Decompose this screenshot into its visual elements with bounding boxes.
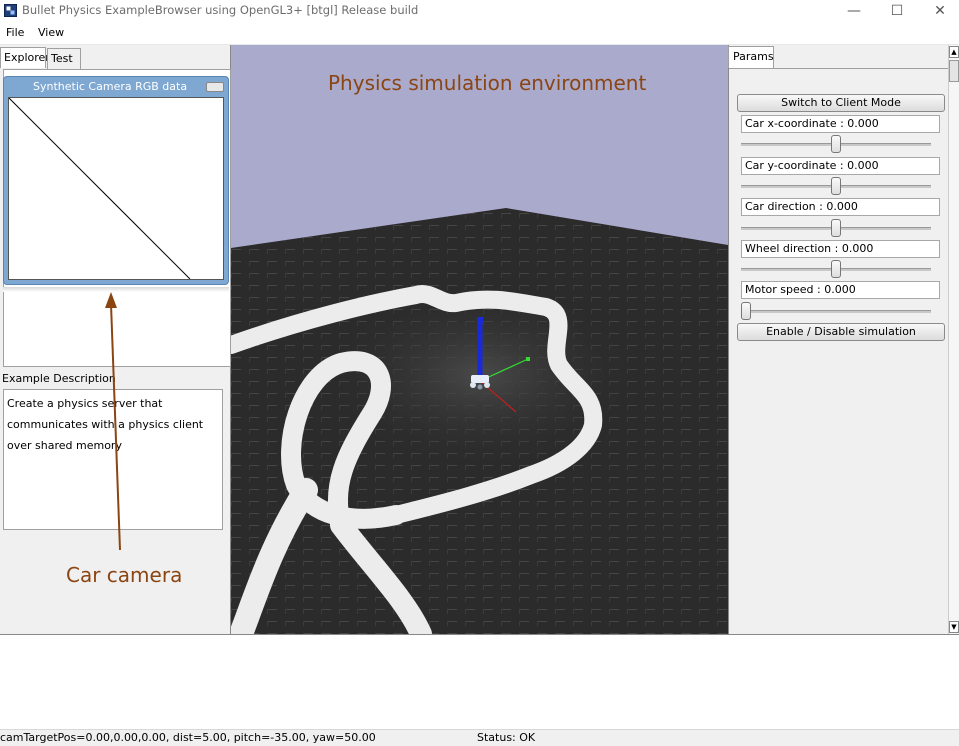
car-x-label: Car x-coordinate : 0.000 xyxy=(741,115,940,133)
console-area xyxy=(0,634,959,729)
switch-client-mode-button[interactable]: Switch to Client Mode xyxy=(737,94,945,112)
car-direction-slider[interactable] xyxy=(741,219,931,237)
slider-thumb[interactable] xyxy=(831,260,841,278)
window-title: Bullet Physics ExampleBrowser using Open… xyxy=(22,3,419,17)
wheel-direction-label: Wheel direction : 0.000 xyxy=(741,240,940,258)
physics-viewport[interactable] xyxy=(231,45,728,634)
motor-speed-label: Motor speed : 0.000 xyxy=(741,281,940,299)
annotation-car-camera: Car camera xyxy=(66,563,183,587)
close-button[interactable]: ✕ xyxy=(917,0,959,24)
menu-bar xyxy=(0,24,959,45)
scroll-down-icon[interactable]: ▼ xyxy=(949,621,959,633)
maximize-button[interactable]: ☐ xyxy=(874,0,920,24)
annotation-arrow xyxy=(105,292,121,551)
camera-window-minimize-button[interactable] xyxy=(206,82,224,92)
wheel-direction-slider[interactable] xyxy=(741,260,931,278)
tab-test[interactable]: Test xyxy=(47,48,81,69)
slider-thumb[interactable] xyxy=(831,177,841,195)
car-x-slider[interactable] xyxy=(741,135,931,153)
camera-window-title: Synthetic Camera RGB data xyxy=(33,80,188,93)
tab-params[interactable]: Params xyxy=(728,46,774,68)
scroll-up-icon[interactable]: ▲ xyxy=(949,46,959,58)
minimize-button[interactable]: — xyxy=(831,0,877,24)
status-text: Status: OK xyxy=(477,731,536,744)
menu-file[interactable]: File xyxy=(6,26,24,39)
toggle-simulation-button[interactable]: Enable / Disable simulation xyxy=(737,323,945,341)
slider-thumb[interactable] xyxy=(831,135,841,153)
car-direction-label: Car direction : 0.000 xyxy=(741,198,940,216)
camera-view xyxy=(8,97,224,280)
bullet-app-icon xyxy=(4,4,17,17)
example-description-label: Example Description xyxy=(2,372,116,385)
slider-thumb[interactable] xyxy=(831,219,841,237)
car-y-slider[interactable] xyxy=(741,177,931,195)
motor-speed-slider[interactable] xyxy=(741,302,931,320)
slider-thumb[interactable] xyxy=(741,302,751,320)
scrollbar-thumb[interactable] xyxy=(949,60,959,82)
annotation-physics: Physics simulation environment xyxy=(328,71,647,95)
camera-status: camTargetPos=0.00,0.00,0.00, dist=5.00, … xyxy=(0,731,376,744)
tab-explorer[interactable]: Explorer xyxy=(0,47,50,68)
vertical-scrollbar[interactable] xyxy=(948,45,959,634)
car-y-label: Car y-coordinate : 0.000 xyxy=(741,157,940,175)
menu-view[interactable]: View xyxy=(38,26,64,39)
